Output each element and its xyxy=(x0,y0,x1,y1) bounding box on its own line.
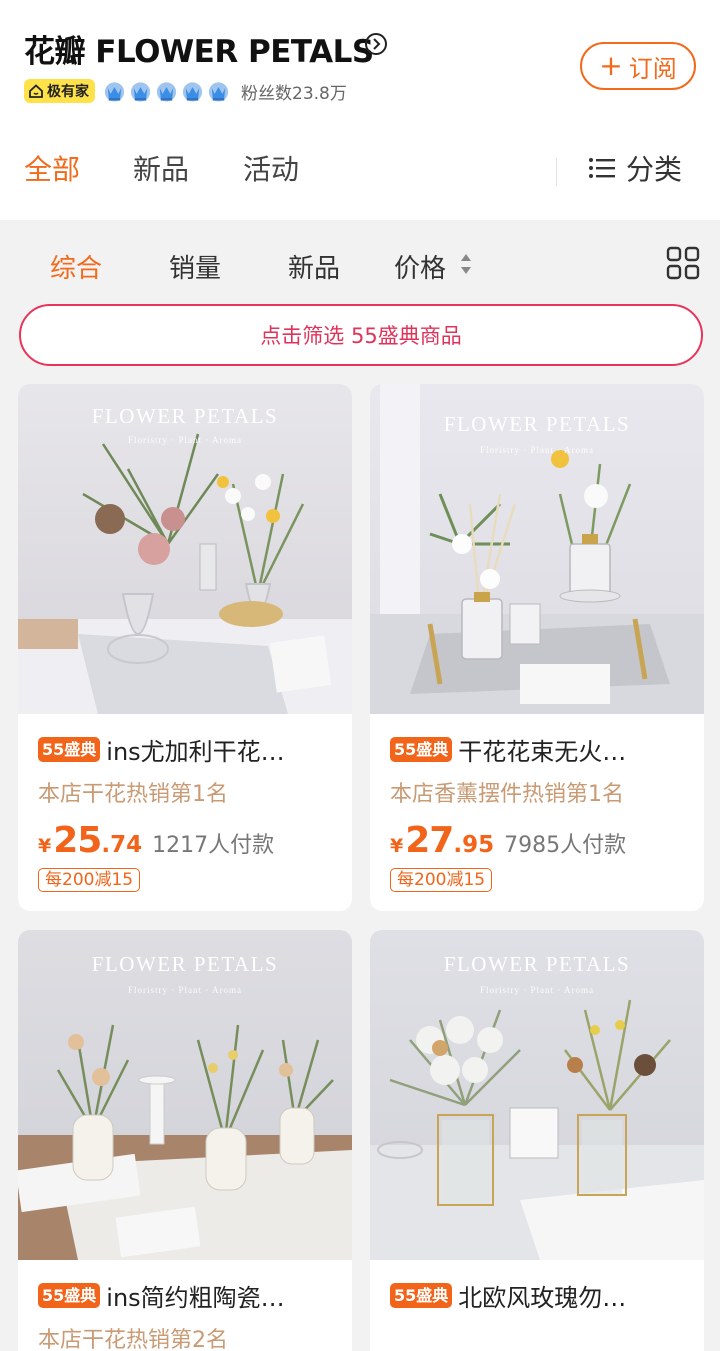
jiyoujia-badge: 极有家 xyxy=(24,79,95,103)
tag-55-festival: 55盛典 xyxy=(390,736,453,762)
subscribe-button[interactable]: + 订阅 xyxy=(580,42,696,90)
price-integer: 27 xyxy=(405,820,454,861)
tag-55-festival: 55盛典 xyxy=(38,1282,101,1308)
buyers-count: 1217人付款 xyxy=(152,833,275,858)
coupon-tag: 每200减15 xyxy=(390,868,493,892)
coupon-tag: 每200减15 xyxy=(38,868,141,892)
product-image[interactable]: FLOWER PETALS Floristry · Plant · Aroma xyxy=(370,384,704,714)
price-decimal: .95 xyxy=(453,832,495,858)
shop-header: 花瓣 FLOWER PETALS 极有家 粉丝数23.8万 + 订阅 全部 新品… xyxy=(0,0,720,220)
product-title-row[interactable]: 55盛典 北欧风玫瑰勿… xyxy=(390,1278,690,1312)
product-title[interactable]: ins简约粗陶瓷… xyxy=(106,1278,284,1312)
product-rank: 本店干花热销第2名 xyxy=(38,1328,228,1351)
grid-view-icon[interactable] xyxy=(666,246,700,280)
currency-symbol: ¥ xyxy=(38,835,52,857)
product-price-row: ¥ 27 .95 7985人付款 xyxy=(390,820,626,861)
product-title[interactable]: 北欧风玫瑰勿… xyxy=(458,1278,626,1312)
currency-symbol: ¥ xyxy=(390,835,404,857)
product-image-brand: FLOWER PETALS xyxy=(91,952,279,976)
sort-sales[interactable]: 销量 xyxy=(169,248,221,285)
tag-55-festival: 55盛典 xyxy=(38,736,101,762)
product-card[interactable]: FLOWER PETALS Floristry · Plant · Aroma … xyxy=(370,384,704,911)
product-photo xyxy=(18,930,352,1260)
sort-arrows-icon[interactable] xyxy=(458,250,474,278)
category-button[interactable]: 分类 xyxy=(588,148,682,188)
sort-overall[interactable]: 综合 xyxy=(50,248,102,285)
price-decimal: .74 xyxy=(101,832,143,858)
shop-rating-crowns xyxy=(103,79,233,103)
chevron-right-circle-icon[interactable] xyxy=(364,32,388,56)
product-card[interactable]: FLOWER PETALS Floristry · Plant · Aroma … xyxy=(18,930,352,1351)
shop-badges: 极有家 粉丝数23.8万 xyxy=(24,78,347,104)
sort-price[interactable]: 价格 xyxy=(394,248,446,285)
product-rank: 本店干花热销第1名 xyxy=(38,782,228,807)
product-title[interactable]: ins尤加利干花… xyxy=(106,732,284,766)
tab-new[interactable]: 新品 xyxy=(133,148,189,188)
product-image-subtitle: Floristry · Plant · Aroma xyxy=(128,435,242,445)
shop-tabs: 全部 新品 活动 分类 xyxy=(0,148,720,198)
home-icon xyxy=(29,84,43,98)
crown-icon xyxy=(104,82,125,102)
crown-icon xyxy=(156,82,177,102)
filter-55-banner[interactable]: 点击筛选 55盛典商品 xyxy=(19,304,703,366)
product-title-row[interactable]: 55盛典 ins简约粗陶瓷… xyxy=(38,1278,338,1312)
price-integer: 25 xyxy=(53,820,102,861)
product-image[interactable]: FLOWER PETALS Floristry · Plant · Aroma xyxy=(370,930,704,1260)
product-image-brand: FLOWER PETALS xyxy=(443,952,631,976)
jiyoujia-label: 极有家 xyxy=(47,84,89,100)
shop-name[interactable]: 花瓣 FLOWER PETALS xyxy=(24,26,374,71)
product-image-subtitle: Floristry · Plant · Aroma xyxy=(480,985,594,995)
product-price-row: ¥ 25 .74 1217人付款 xyxy=(38,820,274,861)
product-image[interactable]: FLOWER PETALS Floristry · Plant · Aroma xyxy=(18,930,352,1260)
crown-icon xyxy=(208,82,229,102)
product-image-subtitle: Floristry · Plant · Aroma xyxy=(128,985,242,995)
product-rank: 本店香薰摆件热销第1名 xyxy=(390,782,624,807)
tab-activity[interactable]: 活动 xyxy=(243,148,299,188)
product-title-row[interactable]: 55盛典 干花花束无火… xyxy=(390,732,690,766)
product-photo xyxy=(18,384,352,714)
crown-icon xyxy=(182,82,203,102)
list-icon xyxy=(589,158,615,178)
tab-divider xyxy=(556,158,557,186)
sort-new[interactable]: 新品 xyxy=(288,248,340,285)
buyers-count: 7985人付款 xyxy=(504,833,627,858)
product-image-brand: FLOWER PETALS xyxy=(91,404,279,428)
product-title[interactable]: 干花花束无火… xyxy=(458,732,626,766)
fans-count: 粉丝数23.8万 xyxy=(241,83,347,104)
product-photo xyxy=(370,930,704,1260)
product-card[interactable]: FLOWER PETALS Floristry · Plant · Aroma … xyxy=(370,930,704,1351)
product-image-subtitle: Floristry · Plant · Aroma xyxy=(480,445,594,455)
category-label: 分类 xyxy=(626,153,683,186)
product-title-row[interactable]: 55盛典 ins尤加利干花… xyxy=(38,732,338,766)
plus-icon: + xyxy=(599,49,623,82)
tag-55-festival: 55盛典 xyxy=(390,1282,453,1308)
product-image[interactable]: FLOWER PETALS Floristry · Plant · Aroma xyxy=(18,384,352,714)
product-card[interactable]: FLOWER PETALS Floristry · Plant · Aroma … xyxy=(18,384,352,911)
crown-icon xyxy=(130,82,151,102)
tab-all[interactable]: 全部 xyxy=(24,148,80,188)
product-image-brand: FLOWER PETALS xyxy=(443,412,631,436)
subscribe-label: 订阅 xyxy=(628,54,677,83)
